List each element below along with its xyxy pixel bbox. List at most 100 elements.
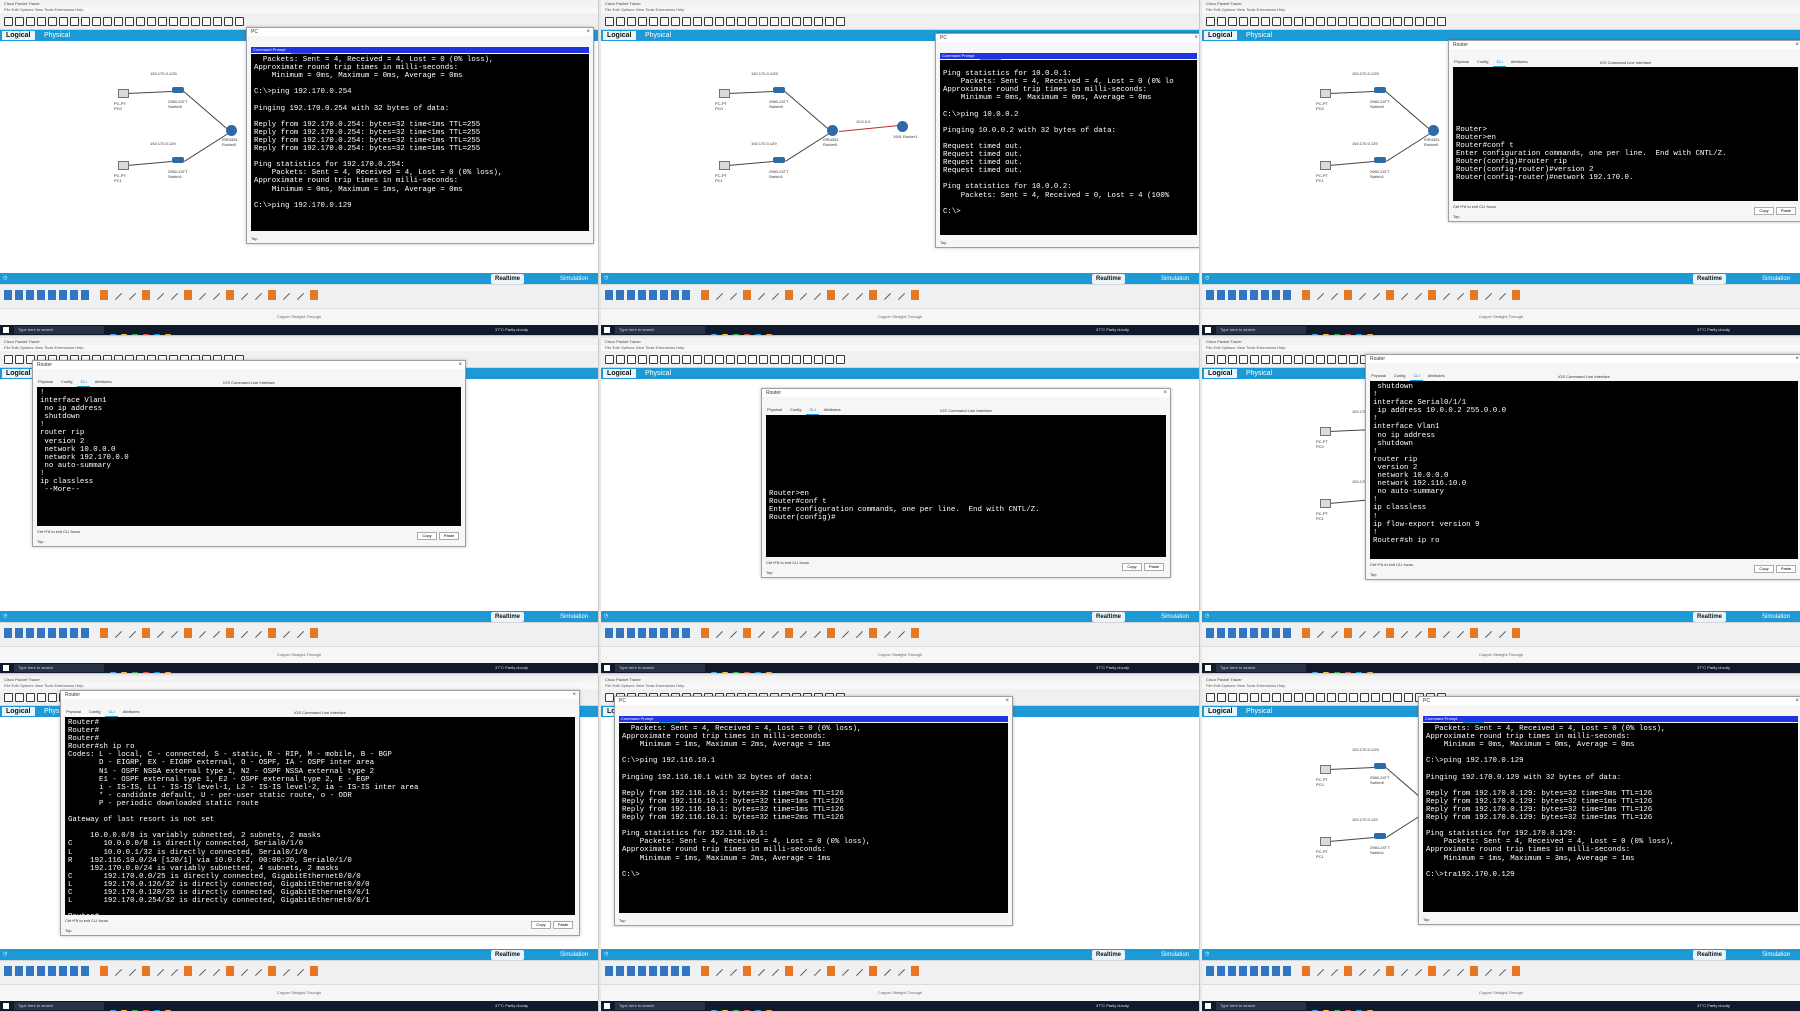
network-link[interactable] (127, 161, 173, 166)
connection-icon[interactable] (1470, 628, 1478, 638)
copy-button[interactable]: Copy (417, 532, 437, 540)
toolbar-button[interactable] (37, 693, 46, 702)
toolbar-button[interactable] (836, 17, 845, 26)
device-category-icon[interactable] (1283, 290, 1291, 300)
device-category-icon[interactable] (1228, 290, 1236, 300)
toolbar-button[interactable] (660, 355, 669, 364)
device-category-icon[interactable] (15, 628, 23, 638)
connection-icon[interactable] (198, 630, 207, 639)
connection-icon[interactable] (883, 630, 892, 639)
taskbar-app-icon[interactable] (1312, 672, 1318, 673)
switch-icon[interactable] (172, 157, 184, 163)
toolbar-button[interactable] (605, 693, 614, 702)
connection-icon[interactable] (1358, 292, 1367, 301)
toolbar-button[interactable] (224, 17, 233, 26)
pc-dialog[interactable]: PC×PhysicalConfigDesktopProgrammingAttri… (935, 33, 1199, 248)
device-category-icon[interactable] (4, 966, 12, 976)
connection-icon[interactable] (212, 292, 221, 301)
toolbar-button[interactable] (1305, 355, 1314, 364)
toolbar-button[interactable] (605, 355, 614, 364)
taskbar-app-icon[interactable] (711, 334, 717, 335)
taskbar-app-icon[interactable] (154, 672, 160, 673)
device-category-icon[interactable] (1250, 966, 1258, 976)
connection-icon[interactable] (743, 290, 751, 300)
taskbar-app-icon[interactable] (755, 672, 761, 673)
taskbar-app-icon[interactable] (121, 672, 127, 673)
router-dialog[interactable]: Router × Physical Config CLI Attributes IOS Co… (60, 690, 580, 936)
taskbar-app-icon[interactable] (711, 672, 717, 673)
network-link[interactable] (1329, 767, 1375, 770)
connection-icon[interactable] (701, 628, 709, 638)
connection-icon[interactable] (268, 290, 276, 300)
device-category-icon[interactable] (605, 628, 613, 638)
toolbar-button[interactable] (92, 17, 101, 26)
connection-icon[interactable] (841, 630, 850, 639)
copy-button[interactable]: Copy (531, 921, 551, 929)
toolbar-button[interactable] (59, 17, 68, 26)
toolbar-button[interactable] (4, 17, 13, 26)
device-category-icon[interactable] (70, 628, 78, 638)
connection-icon[interactable] (240, 968, 249, 977)
connection-icon[interactable] (827, 966, 835, 976)
tab-logical[interactable]: Logical (1204, 707, 1237, 716)
taskbar-app-icon[interactable] (722, 334, 728, 335)
connection-icon[interactable] (184, 966, 192, 976)
connection-icon[interactable] (100, 966, 108, 976)
toolbar-button[interactable] (660, 17, 669, 26)
connection-icon[interactable] (296, 292, 305, 301)
connection-icon[interactable] (897, 292, 906, 301)
switch-icon[interactable] (773, 87, 785, 93)
tab-physical[interactable]: Physical (1242, 369, 1276, 378)
connection-icon[interactable] (156, 630, 165, 639)
pc-dialog[interactable]: PC×PhysicalConfigDesktopProgrammingAttri… (614, 696, 1013, 926)
toolbar-button[interactable] (616, 17, 625, 26)
connection-icon[interactable] (282, 630, 291, 639)
toolbar-button[interactable] (1239, 355, 1248, 364)
connection-icon[interactable] (1386, 290, 1394, 300)
connection-icon[interactable] (310, 966, 318, 976)
toolbar-button[interactable] (792, 355, 801, 364)
toolbar-button[interactable] (1360, 17, 1369, 26)
taskbar-app-icon[interactable] (1334, 672, 1340, 673)
realtime-button[interactable]: Realtime (490, 274, 524, 284)
connection-icon[interactable] (1512, 966, 1520, 976)
toolbar-button[interactable] (605, 17, 614, 26)
connection-icon[interactable] (1414, 630, 1423, 639)
connection-icon[interactable] (1358, 630, 1367, 639)
ios-cli-terminal[interactable]: Router> Router>en Router#conf t Enter co… (1453, 67, 1798, 201)
device-category-icon[interactable] (638, 628, 646, 638)
simulation-button[interactable]: Simulation (1758, 950, 1794, 960)
switch-icon[interactable] (1374, 763, 1386, 769)
toolbar-button[interactable] (1316, 693, 1325, 702)
device-category-icon[interactable] (605, 966, 613, 976)
pc-dialog[interactable]: PC×PhysicalConfigDesktopProgrammingAttri… (1418, 696, 1800, 925)
network-link[interactable] (183, 91, 228, 130)
pc-icon[interactable] (1320, 765, 1331, 774)
connection-icon[interactable] (1512, 628, 1520, 638)
device-category-icon[interactable] (1261, 290, 1269, 300)
device-category-icon[interactable] (59, 966, 67, 976)
toolbar-button[interactable] (1228, 355, 1237, 364)
device-category-icon[interactable] (1272, 628, 1280, 638)
connection-icon[interactable] (841, 968, 850, 977)
connection-icon[interactable] (785, 290, 793, 300)
toolbar-button[interactable] (682, 17, 691, 26)
connection-icon[interactable] (184, 628, 192, 638)
connection-icon[interactable] (813, 630, 822, 639)
toolbar-button[interactable] (1228, 693, 1237, 702)
device-category-icon[interactable] (649, 628, 657, 638)
connection-icon[interactable] (757, 630, 766, 639)
toolbar-button[interactable] (1305, 17, 1314, 26)
connection-icon[interactable] (1512, 290, 1520, 300)
switch-icon[interactable] (1374, 833, 1386, 839)
taskbar-search[interactable]: Type here to search (615, 1002, 705, 1010)
device-category-icon[interactable] (682, 290, 690, 300)
command-prompt-terminal[interactable]: Packets: Sent = 4, Received = 4, Lost = … (251, 54, 589, 231)
connection-icon[interactable] (1330, 968, 1339, 977)
windows-start-icon[interactable] (3, 1003, 9, 1009)
device-category-icon[interactable] (1261, 966, 1269, 976)
tab-physical[interactable]: Physical (1242, 707, 1276, 716)
toolbar-button[interactable] (1371, 17, 1380, 26)
connection-icon[interactable] (114, 630, 123, 639)
connection-icon[interactable] (1456, 630, 1465, 639)
